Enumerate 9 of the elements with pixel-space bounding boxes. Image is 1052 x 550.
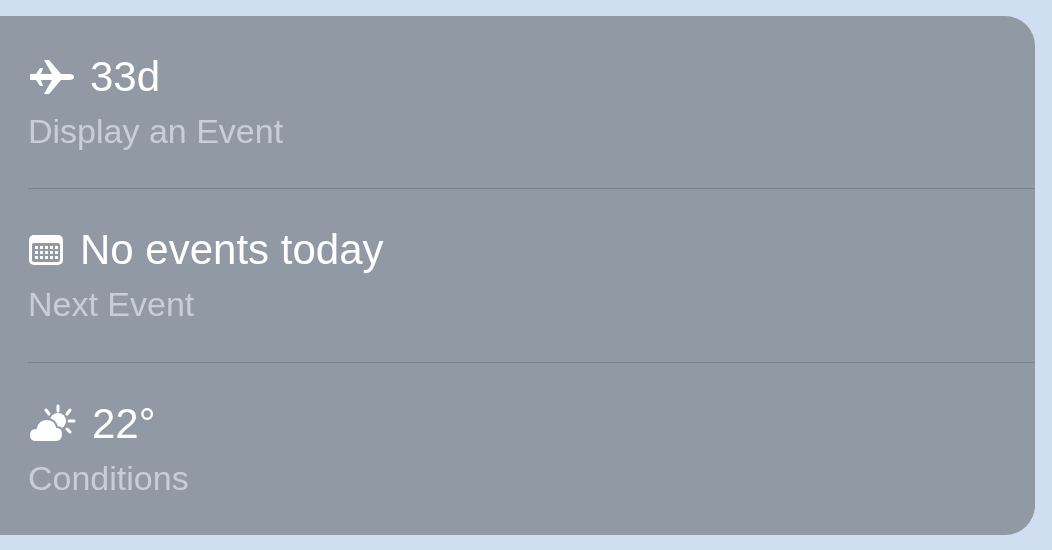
complication-value: 22° bbox=[92, 398, 156, 449]
airplane-icon bbox=[28, 59, 74, 96]
complication-value: No events today bbox=[80, 225, 384, 276]
calendar-icon bbox=[28, 234, 64, 267]
complication-value: 33d bbox=[90, 52, 161, 103]
complication-label: Conditions bbox=[28, 457, 190, 499]
complication-label: Display an Event bbox=[28, 111, 285, 153]
partly-sunny-icon bbox=[28, 403, 76, 444]
complication-label: Next Event bbox=[28, 284, 196, 326]
